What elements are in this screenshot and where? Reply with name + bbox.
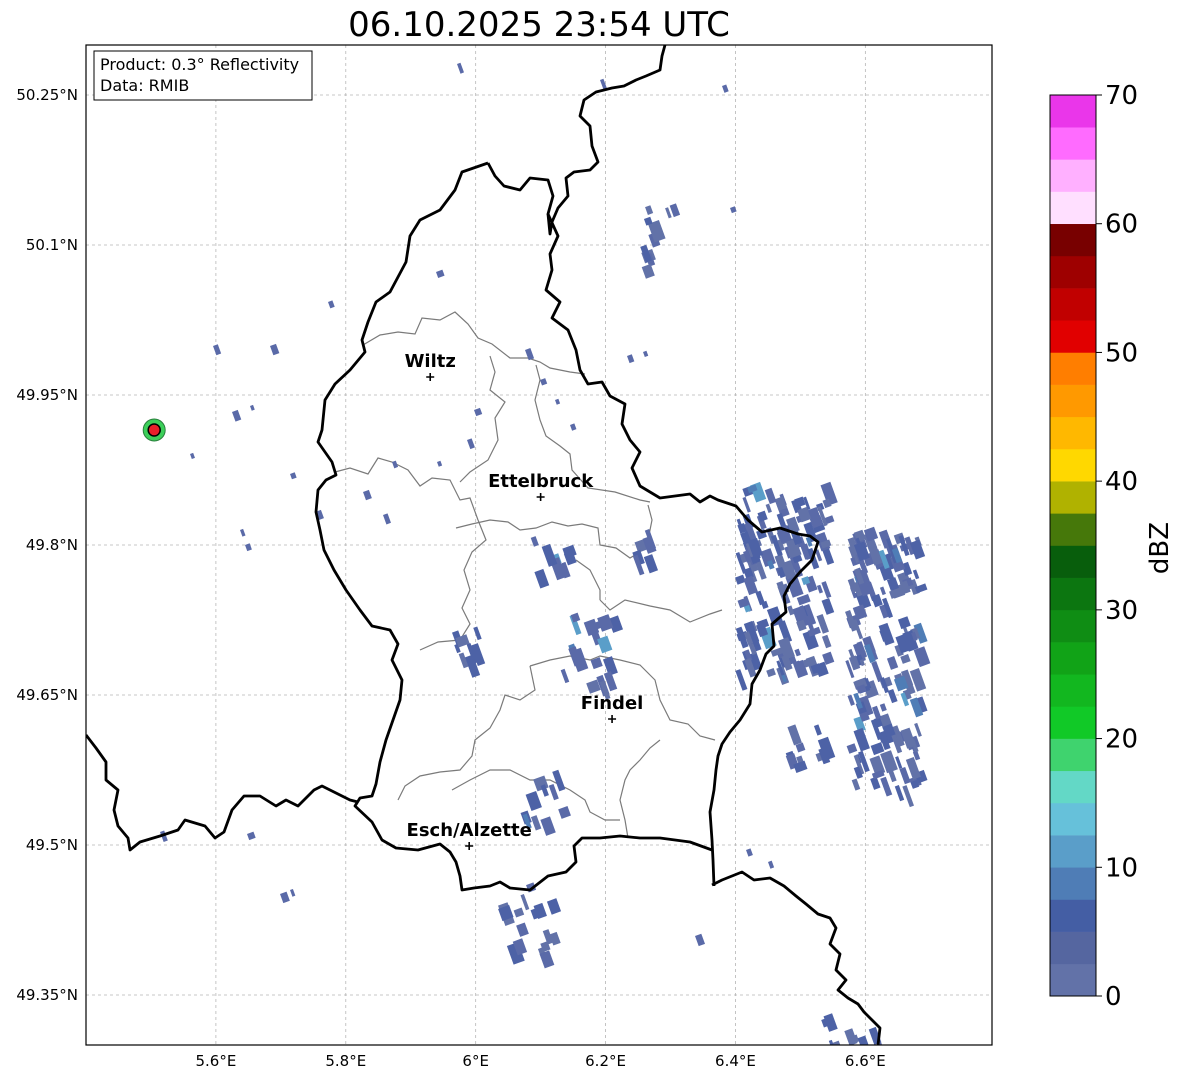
colorbar: 0 10 20 30 40 50 60 70 xyxy=(1049,81,1138,1012)
lon-tick-label: 6.4°E xyxy=(715,1052,756,1070)
colorbar-tick-label: 60 xyxy=(1105,210,1138,240)
colorbar-bin xyxy=(1050,835,1096,868)
colorbar-bin xyxy=(1050,577,1096,611)
lat-tick-label: 50.1°N xyxy=(26,236,78,254)
city-label: Wiltz xyxy=(405,351,456,372)
colorbar-tick-label: 70 xyxy=(1105,81,1138,111)
lon-tick-label: 5.8°E xyxy=(325,1052,366,1070)
colorbar-tick-label: 10 xyxy=(1105,853,1138,883)
colorbar-bin xyxy=(1050,802,1096,836)
colorbar-bin xyxy=(1050,384,1096,418)
colorbar-bin xyxy=(1050,545,1096,578)
colorbar-bin xyxy=(1050,738,1096,772)
latitude-tick-labels: 50.25°N 50.1°N 49.95°N 49.8°N 49.65°N 49.5°N 4… xyxy=(16,86,78,1004)
colorbar-bin xyxy=(1050,255,1096,289)
info-box: Product: 0.3° Reflectivity Data: RMIB xyxy=(93,50,313,101)
info-product: Product: 0.3° Reflectivity xyxy=(100,55,299,74)
colorbar-bin xyxy=(1050,416,1096,450)
colorbar-label: dBZ xyxy=(1145,522,1175,574)
lon-tick-label: 5.6°E xyxy=(195,1052,236,1070)
radar-map: WiltzEttelbruckFindelEsch/Alzette 5.6°E 5… xyxy=(16,44,1175,1070)
colorbar-bin xyxy=(1050,770,1096,804)
longitude-tick-labels: 5.6°E 5.8°E 6°E 6.2°E 6.4°E 6.6°E xyxy=(195,1052,885,1070)
colorbar-bin xyxy=(1050,159,1096,192)
lat-tick-label: 49.5°N xyxy=(26,836,78,854)
radar-site-dot xyxy=(147,423,161,437)
lat-tick-label: 49.8°N xyxy=(26,536,78,554)
lat-tick-label: 49.95°N xyxy=(16,386,78,404)
colorbar-bin xyxy=(1050,963,1096,997)
colorbar-bin xyxy=(1050,609,1096,643)
colorbar-bin xyxy=(1050,127,1096,160)
lat-tick-label: 50.25°N xyxy=(16,86,78,104)
colorbar-bin xyxy=(1050,191,1096,225)
lon-tick-label: 6.6°E xyxy=(845,1052,886,1070)
colorbar-tick-label: 40 xyxy=(1105,467,1138,497)
lat-tick-label: 49.35°N xyxy=(16,986,78,1004)
colorbar-bin xyxy=(1050,223,1096,257)
info-data-source: Data: RMIB xyxy=(100,76,189,95)
colorbar-bin xyxy=(1050,481,1096,514)
city-label: Ettelbruck xyxy=(488,471,594,492)
colorbar-bin xyxy=(1050,899,1096,932)
city-label: Esch/Alzette xyxy=(407,820,532,841)
colorbar-tick-label: 20 xyxy=(1105,725,1138,755)
colorbar-bin xyxy=(1050,674,1096,707)
lat-tick-label: 49.65°N xyxy=(16,686,78,704)
colorbar-tick-label: 50 xyxy=(1105,338,1138,368)
colorbar-bin xyxy=(1050,931,1096,965)
colorbar-bin xyxy=(1050,352,1096,385)
colorbar-bin xyxy=(1050,642,1096,675)
colorbar-bin xyxy=(1050,513,1096,546)
colorbar-bin xyxy=(1050,320,1096,353)
colorbar-bin xyxy=(1050,288,1096,321)
colorbar-tick-label: 0 xyxy=(1105,982,1122,1012)
colorbar-bin xyxy=(1050,706,1096,739)
colorbar-bin xyxy=(1050,867,1096,900)
colorbar-bin xyxy=(1050,448,1096,482)
lon-tick-label: 6°E xyxy=(462,1052,489,1070)
lon-tick-label: 6.2°E xyxy=(585,1052,626,1070)
radar-site-marker xyxy=(142,418,166,442)
colorbar-bin xyxy=(1050,95,1096,128)
colorbar-tick-label: 30 xyxy=(1105,596,1138,626)
city-label: Findel xyxy=(581,693,644,714)
